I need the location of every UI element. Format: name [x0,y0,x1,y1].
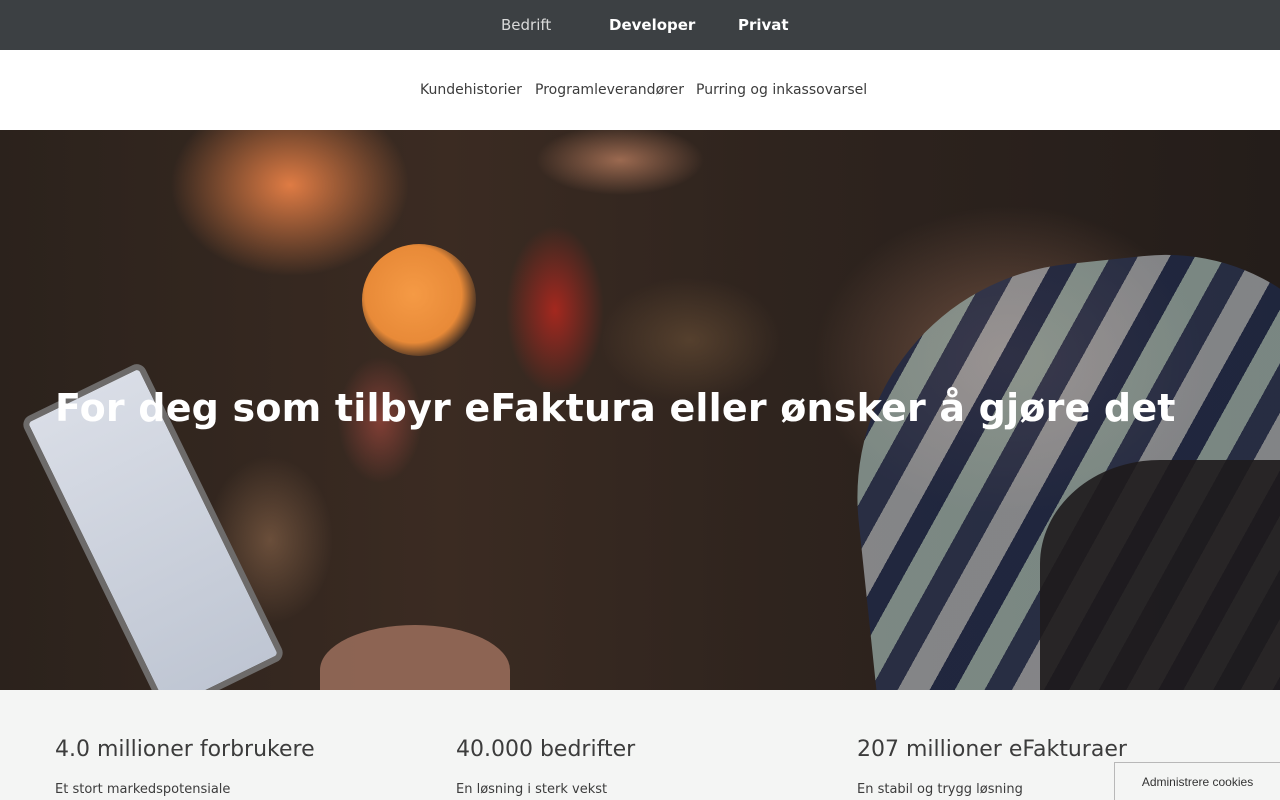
sub-nav-kundehistorier[interactable]: Kundehistorier [420,50,522,130]
sub-nav-programleverandorer[interactable]: Programleverandører [535,50,684,130]
top-nav: Bedrift Developer Privat [0,0,1280,50]
stat-consumers: 4.0 millioner forbrukere Et stort marked… [55,737,435,797]
stat-title: 207 millioner eFakturaer [857,737,1127,762]
stats-section: 4.0 millioner forbrukere Et stort marked… [0,690,1280,800]
top-nav-developer[interactable]: Developer [609,0,695,50]
hero-hand-image [320,625,510,690]
hero-banner: For deg som tilbyr eFaktura eller ønsker… [0,130,1280,690]
stat-companies: 40.000 bedrifter En løsning i sterk veks… [456,737,836,797]
hero-title: For deg som tilbyr eFaktura eller ønsker… [55,386,1176,430]
stat-subtitle: En løsning i sterk vekst [456,782,608,797]
top-nav-privat[interactable]: Privat [738,0,789,50]
manage-cookies-button[interactable]: Administrere cookies [1114,762,1280,800]
stat-subtitle: Et stort markedspotensiale [55,782,231,797]
stat-title: 40.000 bedrifter [456,737,636,762]
hero-bokeh-light [362,244,476,356]
hero-coat-image [1040,460,1280,690]
top-nav-bedrift[interactable]: Bedrift [501,0,551,50]
stat-title: 4.0 millioner forbrukere [55,737,315,762]
sub-nav-purring[interactable]: Purring og inkassovarsel [696,50,867,130]
sub-nav: Kundehistorier Programleverandører Purri… [0,50,1280,130]
